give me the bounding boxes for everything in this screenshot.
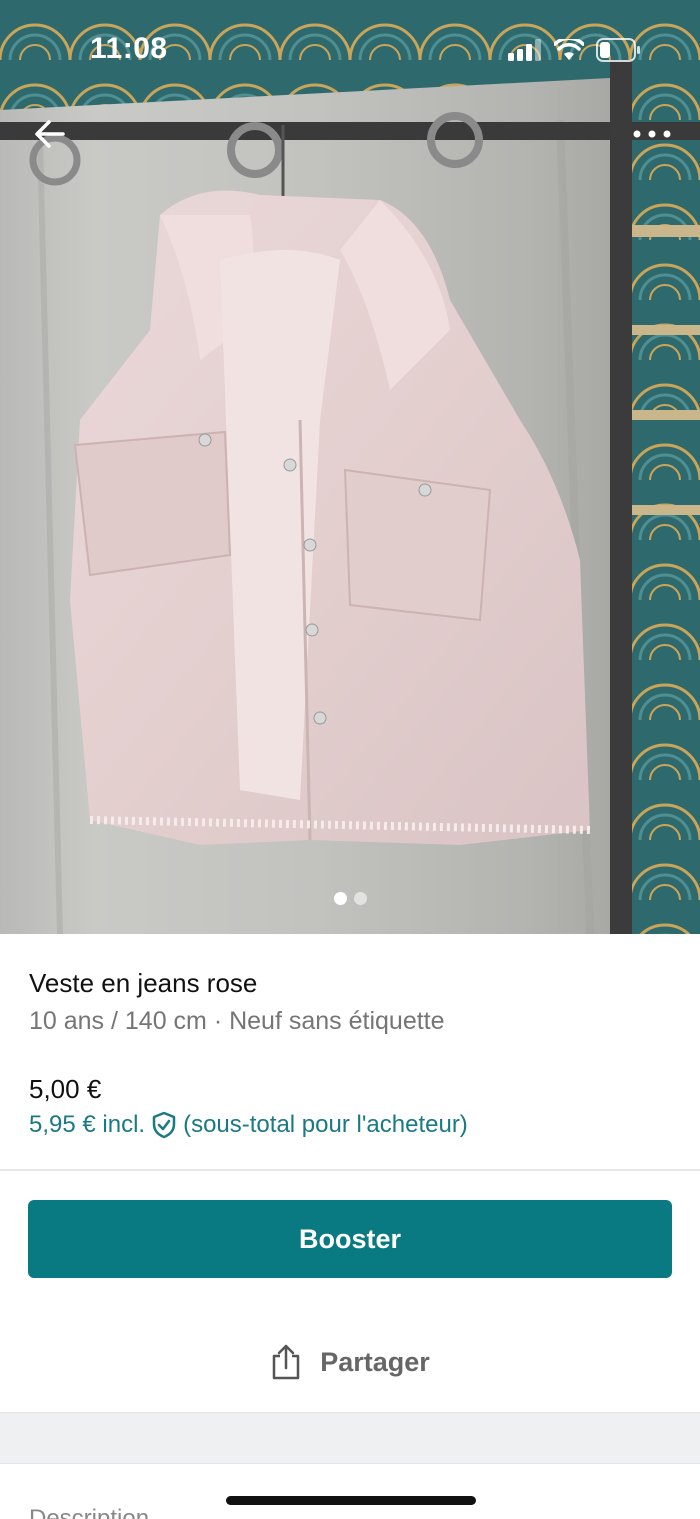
- cellular-signal-icon: [508, 39, 541, 61]
- price-incl-info[interactable]: 5,95 € incl. (sous-total pour l'acheteur…: [29, 1111, 468, 1139]
- price-incl-note: (sous-total pour l'acheteur): [183, 1111, 468, 1138]
- more-horizontal-icon: [633, 130, 671, 138]
- battery-icon: [596, 38, 640, 62]
- arrow-left-icon: [35, 120, 65, 148]
- status-time: 11:08: [90, 32, 168, 65]
- section-separator: [0, 1412, 700, 1464]
- pager-dot-active[interactable]: [333, 892, 347, 905]
- booster-button[interactable]: Booster: [28, 1200, 672, 1278]
- item-subtitle: 10 ans / 140 cm · Neuf sans étiquette: [29, 1007, 445, 1035]
- share-label: Partager: [320, 1346, 430, 1377]
- price-incl: 5,95 € incl.: [29, 1111, 146, 1138]
- more-options-button[interactable]: [626, 112, 678, 156]
- item-price: 5,00 €: [29, 1074, 102, 1104]
- wifi-icon: [554, 39, 584, 60]
- item-photo[interactable]: [0, 0, 700, 934]
- gallery-pager: [0, 892, 700, 905]
- description-label: Description: [29, 1505, 150, 1519]
- status-bar: 11:08: [0, 0, 700, 100]
- divider: [0, 1169, 700, 1171]
- pager-dot[interactable]: [353, 892, 367, 905]
- back-button[interactable]: [28, 112, 72, 156]
- shield-check-icon: [152, 1111, 176, 1139]
- share-icon: [272, 1344, 300, 1380]
- item-title: Veste en jeans rose: [29, 968, 258, 998]
- home-indicator[interactable]: [226, 1496, 476, 1505]
- status-icons: [508, 38, 642, 62]
- item-photo-image: [0, 0, 700, 934]
- share-button[interactable]: Partager: [0, 1334, 700, 1390]
